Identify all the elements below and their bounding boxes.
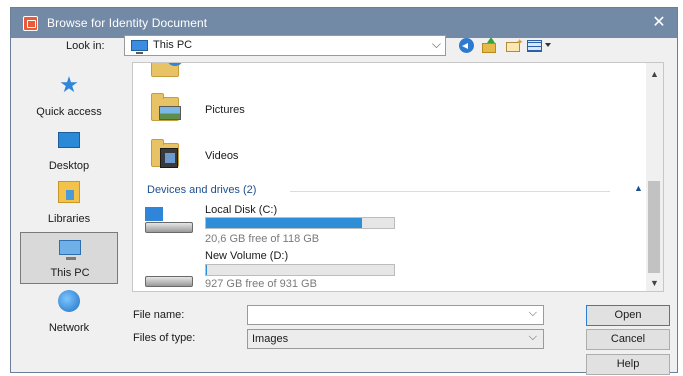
- files-of-type-dropdown[interactable]: Images ⌵: [247, 329, 544, 349]
- up-folder-button[interactable]: [481, 37, 499, 55]
- new-folder-button[interactable]: ✦: [504, 37, 524, 55]
- file-name-label: File name:: [133, 309, 185, 321]
- files-of-type-value: Images: [252, 333, 289, 345]
- drive-name-c[interactable]: Local Disk (C:): [205, 204, 277, 216]
- place-label: Desktop: [48, 160, 90, 172]
- file-list[interactable]: Pictures Videos Devices and drives (2) ▲…: [132, 62, 664, 292]
- star-icon: ★: [59, 72, 79, 97]
- back-button[interactable]: [458, 37, 476, 55]
- scroll-up-icon[interactable]: ▲: [650, 69, 659, 79]
- title-bar: Browse for Identity Document ✕: [11, 8, 677, 38]
- view-menu-icon: [527, 40, 542, 52]
- folder-icon: [151, 63, 182, 77]
- place-label: Libraries: [47, 213, 91, 225]
- help-button[interactable]: Help: [586, 354, 670, 375]
- libraries-icon: [58, 181, 80, 203]
- desktop-icon: [58, 132, 80, 148]
- look-in-dropdown[interactable]: This PC ⌵: [124, 35, 446, 56]
- collapse-chevron-icon[interactable]: ▲: [634, 183, 643, 193]
- drive-usage-fill: [206, 265, 207, 275]
- place-libraries[interactable]: Libraries: [20, 177, 118, 229]
- new-volume-icon[interactable]: [145, 267, 195, 287]
- windows-logo-icon: [145, 207, 163, 221]
- folder-name-pictures[interactable]: Pictures: [205, 104, 245, 116]
- files-of-type-label: Files of type:: [133, 332, 196, 344]
- folder-name-videos[interactable]: Videos: [205, 150, 238, 162]
- videos-folder-icon[interactable]: [151, 139, 179, 168]
- file-name-input[interactable]: ⌵: [247, 305, 544, 325]
- chevron-down-icon[interactable]: ⌵: [432, 37, 441, 52]
- vertical-scrollbar[interactable]: ▲ ▼: [646, 63, 663, 291]
- devices-group-header[interactable]: Devices and drives (2): [147, 184, 256, 196]
- drive-usage-bar-d: [205, 264, 395, 276]
- cancel-button[interactable]: Cancel: [586, 329, 670, 350]
- up-folder-icon: [482, 43, 496, 53]
- scroll-down-icon[interactable]: ▼: [650, 278, 659, 288]
- place-network[interactable]: Network: [20, 286, 118, 338]
- place-quick-access[interactable]: ★ Quick access: [20, 70, 118, 122]
- chevron-down-icon[interactable]: ⌵: [529, 331, 537, 344]
- place-this-pc[interactable]: This PC: [20, 232, 118, 284]
- pictures-folder-icon[interactable]: [151, 93, 181, 121]
- look-in-label: Look in:: [66, 40, 105, 52]
- close-icon[interactable]: ✕: [647, 11, 671, 35]
- computer-icon: [59, 240, 81, 260]
- back-icon: [459, 38, 474, 53]
- place-label: Quick access: [36, 106, 102, 118]
- drive-free-text-c: 20,6 GB free of 118 GB: [205, 233, 320, 245]
- network-icon: [58, 290, 80, 312]
- group-divider: [290, 191, 610, 192]
- look-in-value: This PC: [153, 39, 193, 51]
- drive-usage-fill: [206, 218, 363, 228]
- app-icon: [23, 16, 38, 31]
- computer-icon: [131, 40, 148, 54]
- place-desktop[interactable]: Desktop: [20, 124, 118, 176]
- open-button[interactable]: Open: [586, 305, 670, 326]
- drive-name-d[interactable]: New Volume (D:): [205, 250, 288, 262]
- places-bar: ★ Quick access Desktop Libraries This PC…: [18, 62, 118, 362]
- drive-usage-bar-c: [205, 217, 395, 229]
- chevron-down-icon[interactable]: ⌵: [529, 307, 537, 320]
- place-label: Network: [48, 322, 90, 334]
- window-title: Browse for Identity Document: [47, 16, 208, 30]
- chevron-down-icon: [545, 43, 551, 47]
- drive-free-text-d: 927 GB free of 931 GB: [205, 278, 317, 290]
- scroll-thumb[interactable]: [648, 181, 660, 273]
- place-label: This PC: [50, 267, 90, 279]
- local-disk-icon[interactable]: [145, 207, 195, 233]
- view-menu-button[interactable]: [526, 37, 552, 55]
